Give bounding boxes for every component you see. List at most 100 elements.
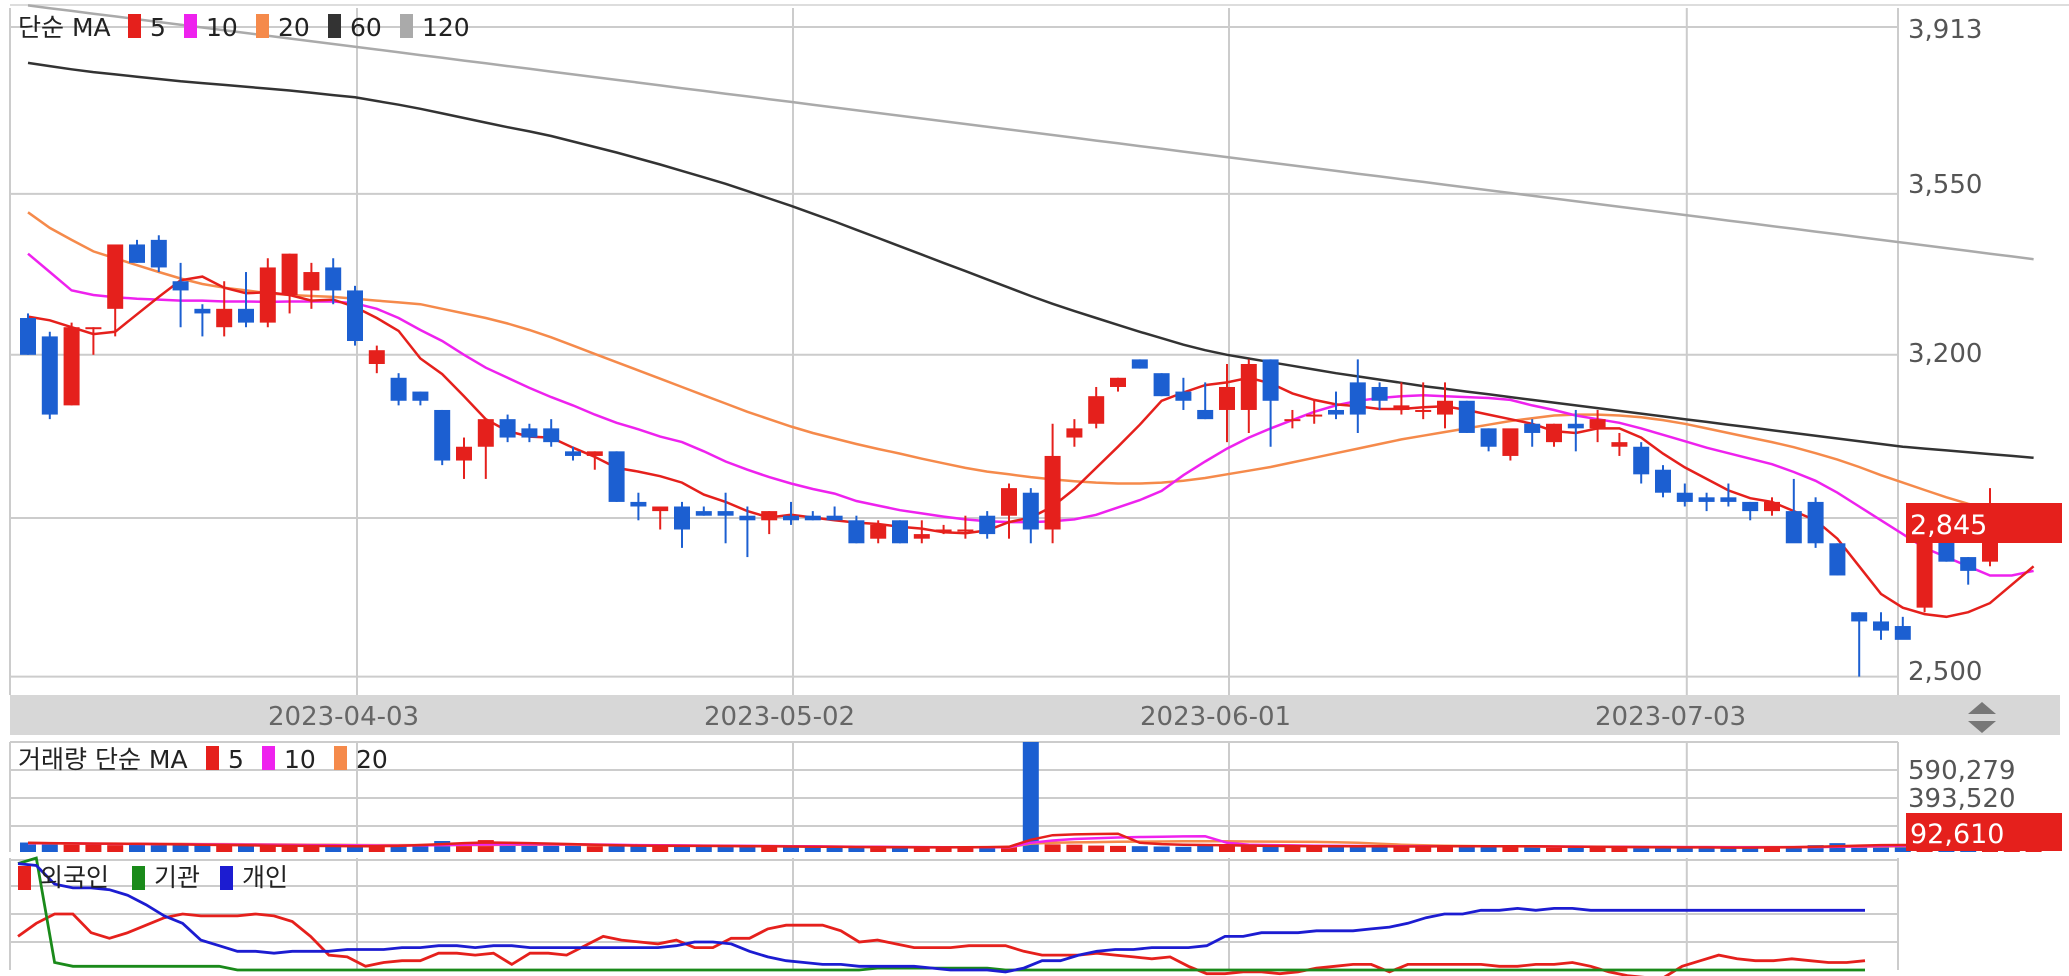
candle [20, 313, 36, 355]
candle-body [1742, 501, 1759, 512]
candle-body [1480, 428, 1497, 447]
volume-tick-590279: 590,279 [1908, 756, 2016, 786]
candle [1284, 409, 1301, 429]
candle [1131, 359, 1148, 369]
investor-panel[interactable] [9, 856, 1899, 976]
candle-body [630, 501, 647, 507]
candle-body [499, 419, 516, 438]
candle [913, 520, 930, 544]
candle-body [456, 446, 472, 461]
volume-tick-393520: 393,520 [1908, 784, 2016, 814]
investor-legend: 외국인 기관 개인 [18, 863, 288, 892]
candle-body [1720, 497, 1737, 502]
candle [1393, 382, 1410, 415]
candle-body [652, 506, 669, 512]
candle-body [325, 267, 342, 291]
volume-bar [1022, 742, 1039, 852]
legend-label-ma120: 120 [422, 13, 470, 42]
legend-swatch-ma5 [128, 14, 141, 38]
volume-legend-swatch-ma10 [262, 746, 275, 770]
candle [521, 423, 538, 443]
candle-body [1219, 386, 1235, 410]
candle-body [129, 244, 145, 263]
volume-bar [1088, 845, 1105, 852]
candle [1371, 382, 1388, 410]
volume-bar [1066, 844, 1083, 852]
candle-body [1328, 409, 1344, 415]
candle-body [892, 520, 908, 544]
candle [1785, 478, 1802, 544]
volume-bar [1153, 846, 1170, 852]
candle-body [1611, 442, 1628, 447]
candle [1458, 400, 1475, 433]
price-ma60-line [27, 61, 2034, 460]
candle [238, 272, 254, 328]
date-axis[interactable]: 2023-04-03 2023-05-02 2023-06-01 2023-07… [10, 695, 2060, 735]
investor-legend-label-0: 외국인 [40, 863, 109, 892]
candle [1807, 497, 1824, 548]
stock-chart[interactable]: 3,913 3,550 3,200 2,500 2,845 단순 MA 5 10 2… [0, 0, 2069, 976]
price-tick-3550: 3,550 [1908, 170, 1982, 200]
candle-body [1066, 428, 1083, 438]
investor-legend-label-2: 개인 [242, 863, 288, 892]
candle-body [1306, 414, 1323, 417]
candle [739, 506, 756, 558]
price-panel[interactable] [9, 4, 2035, 695]
candle [368, 345, 385, 374]
price-ma20-line [27, 211, 2034, 517]
candle-body [63, 327, 80, 406]
investor-grid [9, 858, 1899, 970]
legend-label-ma20: 20 [278, 13, 310, 42]
volume-legend-swatch-ma20 [334, 746, 347, 770]
volume-bar [565, 845, 581, 852]
candle [1110, 377, 1126, 392]
candle-body [107, 244, 124, 309]
candle-body [150, 239, 167, 268]
candle [608, 451, 625, 502]
candle-body [1371, 386, 1388, 401]
candle-body [1175, 391, 1192, 401]
date-label-1: 2023-04-03 [268, 702, 419, 732]
volume-bar [150, 845, 167, 852]
candle [1262, 359, 1279, 447]
current-price-label: 2,845 [1910, 510, 1987, 541]
date-label-4: 2023-07-03 [1595, 702, 1746, 732]
candle [1001, 483, 1017, 539]
price-legend-prefix: 단순 MA [18, 13, 111, 42]
candle-body [935, 529, 952, 532]
candle-body [913, 534, 930, 539]
candle-body [1131, 359, 1148, 369]
volume-bar [608, 846, 625, 852]
candle-body [957, 529, 974, 532]
candle [107, 244, 124, 337]
candle-body [1284, 419, 1301, 422]
candle-body [1916, 538, 1933, 608]
candle-body [1022, 492, 1039, 530]
current-price-badge: 2,845 [1906, 503, 2062, 543]
legend-swatch-ma60 [328, 14, 341, 38]
candle [63, 322, 80, 406]
price-ma5-line [27, 275, 2035, 619]
candle [1480, 428, 1497, 452]
candle-body [1894, 626, 1911, 640]
candle [434, 409, 451, 466]
candle [804, 511, 821, 521]
candle-body [1873, 621, 1889, 631]
candle-body [1698, 497, 1715, 502]
candle [456, 437, 472, 479]
volume-bar [303, 846, 320, 852]
volume-bar [325, 846, 342, 852]
candle-body [434, 409, 451, 461]
candle [412, 391, 429, 406]
candle [761, 511, 778, 535]
candle-body [783, 515, 799, 521]
candle-body [979, 515, 996, 535]
candle-body [303, 272, 320, 291]
candle [979, 511, 996, 539]
candle [1611, 432, 1628, 456]
candle-body [1676, 492, 1693, 502]
volume-bar [238, 845, 254, 852]
candle [259, 258, 276, 328]
candle-body [1829, 543, 1846, 576]
candle [1655, 465, 1671, 498]
